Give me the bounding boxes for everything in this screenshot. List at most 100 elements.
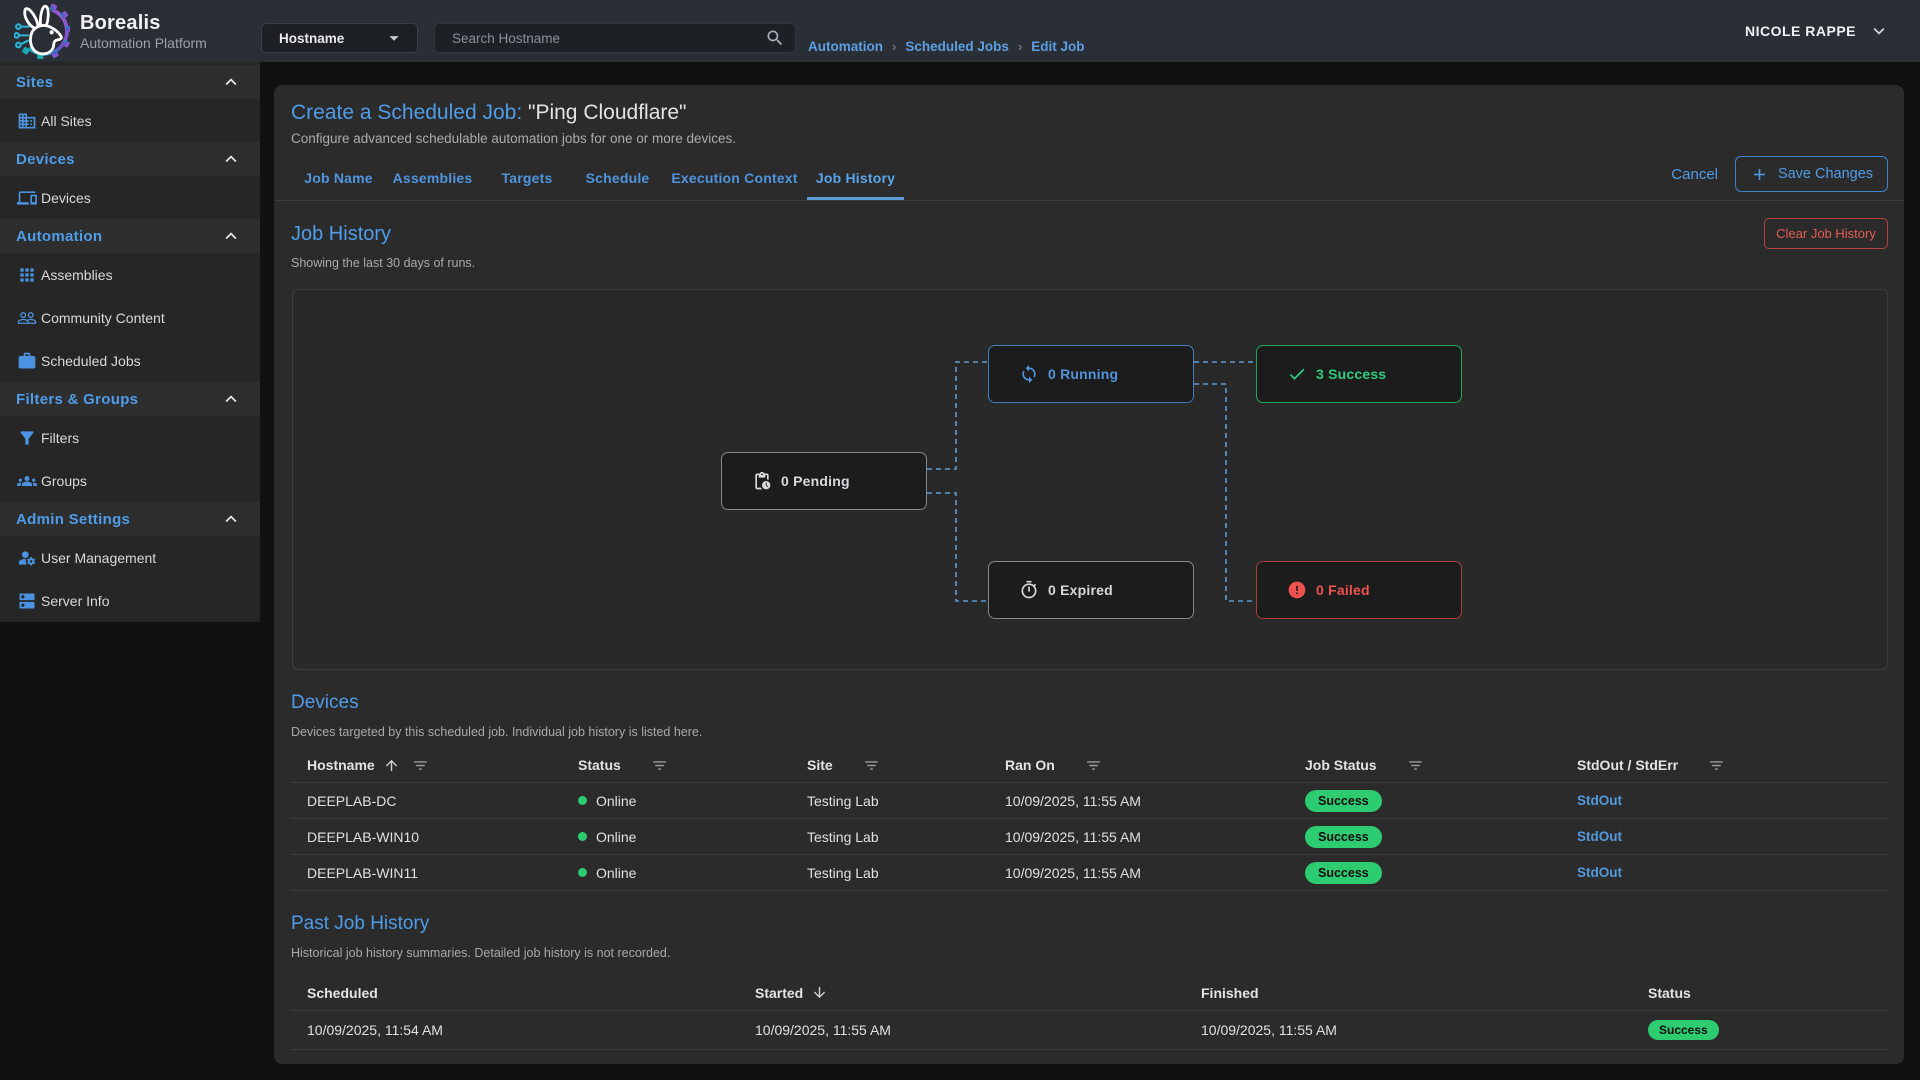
cell-site: Testing Lab xyxy=(791,829,989,845)
sidebar-section-admin-settings[interactable]: Admin Settings xyxy=(0,502,260,536)
error-icon xyxy=(1287,580,1307,600)
devices-column-header[interactable]: Status xyxy=(562,757,791,774)
filter-icon[interactable] xyxy=(1407,757,1424,774)
user-gear-icon xyxy=(17,548,37,568)
sidebar-section-sites[interactable]: Sites xyxy=(0,65,260,99)
user-name: NICOLE RAPPE xyxy=(1745,23,1856,39)
sort-descending-icon[interactable] xyxy=(811,984,828,1001)
sidebar-item-label: User Management xyxy=(41,550,156,566)
devices-table-row[interactable]: DEEPLAB-WIN11 Online Testing Lab 10/09/2… xyxy=(291,855,1888,891)
cancel-button[interactable]: Cancel xyxy=(1671,166,1718,183)
breadcrumb-scheduled-jobs[interactable]: Scheduled Jobs xyxy=(905,39,1009,54)
tab-job-history[interactable]: Job History xyxy=(807,155,904,200)
sidebar-item-assemblies[interactable]: Assemblies xyxy=(0,253,260,296)
save-changes-button[interactable]: Save Changes xyxy=(1735,156,1888,192)
cell-hostname: DEEPLAB-DC xyxy=(291,793,562,809)
people-icon xyxy=(17,308,37,328)
sidebar-item-community-content[interactable]: Community Content xyxy=(0,296,260,339)
tab-schedule[interactable]: Schedule xyxy=(571,155,664,200)
sidebar-item-all-sites[interactable]: All Sites xyxy=(0,99,260,142)
chevron-up-icon xyxy=(220,71,242,93)
breadcrumb-edit-job[interactable]: Edit Job xyxy=(1031,39,1084,54)
past-table-row[interactable]: 10/09/2025, 11:54 AM 10/09/2025, 11:55 A… xyxy=(291,1011,1888,1050)
sidebar-item-scheduled-jobs[interactable]: Scheduled Jobs xyxy=(0,339,260,382)
sidebar-item-groups[interactable]: Groups xyxy=(0,459,260,502)
breadcrumb-automation[interactable]: Automation xyxy=(808,39,883,54)
plus-icon xyxy=(1750,165,1769,184)
devices-column-header[interactable]: StdOut / StdErr xyxy=(1561,757,1888,774)
sidebar-item-server-info[interactable]: Server Info xyxy=(0,579,260,622)
search-input[interactable] xyxy=(452,31,765,46)
failed-count-label: 0 Failed xyxy=(1316,582,1370,598)
sort-ascending-icon[interactable] xyxy=(383,757,400,774)
breadcrumb: Automation › Scheduled Jobs › Edit Job xyxy=(808,36,1084,56)
page-title-prefix: Create a Scheduled Job: xyxy=(291,101,522,124)
devices-table-row[interactable]: DEEPLAB-DC Online Testing Lab 10/09/2025… xyxy=(291,783,1888,819)
success-count-label: 3 Success xyxy=(1316,366,1386,382)
sidebar-section-label: Admin Settings xyxy=(16,511,130,528)
tab-execution-context[interactable]: Execution Context xyxy=(658,155,811,200)
sidebar-item-devices[interactable]: Devices xyxy=(0,176,260,219)
tab-label: Targets xyxy=(502,170,553,186)
stdout-link[interactable]: StdOut xyxy=(1577,793,1622,808)
brand-name: Borealis xyxy=(80,12,207,34)
filter-icon[interactable] xyxy=(1085,757,1102,774)
cell-ran-on: 10/09/2025, 11:55 AM xyxy=(989,829,1289,845)
brand-tagline: Automation Platform xyxy=(80,35,207,51)
sidebar-item-filters[interactable]: Filters xyxy=(0,416,260,459)
sidebar-section-devices[interactable]: Devices xyxy=(0,142,260,176)
tab-job-name[interactable]: Job Name xyxy=(290,155,387,200)
cell-stdout: StdOut xyxy=(1561,865,1888,880)
past-column-header[interactable]: Finished xyxy=(1185,985,1632,1001)
devices-column-header[interactable]: Ran On xyxy=(989,757,1289,774)
flow-node-pending[interactable]: 0 Pending xyxy=(721,452,927,510)
user-menu[interactable]: NICOLE RAPPE xyxy=(1745,0,1890,62)
devices-column-header[interactable]: Job Status xyxy=(1289,757,1561,774)
online-status-dot xyxy=(578,868,587,877)
cell-stdout: StdOut xyxy=(1561,829,1888,844)
pending-count-label: 0 Pending xyxy=(781,473,850,489)
success-badge: Success xyxy=(1648,1020,1719,1040)
flow-node-running[interactable]: 0 Running xyxy=(988,345,1194,403)
cell-site: Testing Lab xyxy=(791,865,989,881)
cell-stdout: StdOut xyxy=(1561,793,1888,808)
online-status-dot xyxy=(578,832,587,841)
cell-scheduled: 10/09/2025, 11:54 AM xyxy=(291,1022,739,1038)
briefcase-icon xyxy=(17,351,37,371)
flow-node-failed[interactable]: 0 Failed xyxy=(1256,561,1462,619)
past-column-header[interactable]: Started xyxy=(739,984,1185,1001)
flow-node-success[interactable]: 3 Success xyxy=(1256,345,1462,403)
clear-job-history-button[interactable]: Clear Job History xyxy=(1764,218,1888,249)
past-column-header[interactable]: Scheduled xyxy=(291,985,739,1001)
sidebar-section-filters-groups[interactable]: Filters & Groups xyxy=(0,382,260,416)
past-column-header[interactable]: Status xyxy=(1632,985,1888,1001)
tab-assemblies[interactable]: Assemblies xyxy=(379,155,486,200)
devices-column-header[interactable]: Site xyxy=(791,757,989,774)
online-status-dot xyxy=(578,796,587,805)
search-icon[interactable] xyxy=(765,28,785,48)
job-history-subtitle: Showing the last 30 days of runs. xyxy=(291,256,475,270)
cell-site: Testing Lab xyxy=(791,793,989,809)
cell-started: 10/09/2025, 11:55 AM xyxy=(739,1022,1185,1038)
cell-hostname: DEEPLAB-WIN10 xyxy=(291,829,562,845)
stdout-link[interactable]: StdOut xyxy=(1577,865,1622,880)
filter-icon[interactable] xyxy=(1708,757,1725,774)
devices-table-row[interactable]: DEEPLAB-WIN10 Online Testing Lab 10/09/2… xyxy=(291,819,1888,855)
flow-node-expired[interactable]: 0 Expired xyxy=(988,561,1194,619)
filter-icon[interactable] xyxy=(863,757,880,774)
sidebar-item-user-management[interactable]: User Management xyxy=(0,536,260,579)
sidebar-section-automation[interactable]: Automation xyxy=(0,219,260,253)
filter-icon[interactable] xyxy=(651,757,668,774)
filter-icon[interactable] xyxy=(412,757,429,774)
sidebar-section-label: Devices xyxy=(16,151,75,168)
search-field-select[interactable]: Hostname xyxy=(261,23,418,53)
tab-targets[interactable]: Targets xyxy=(487,155,567,200)
stdout-link[interactable]: StdOut xyxy=(1577,829,1622,844)
cell-hostname: DEEPLAB-WIN11 xyxy=(291,865,562,881)
devices-column-header[interactable]: Hostname xyxy=(291,757,562,774)
sidebar-section-label: Sites xyxy=(16,74,53,91)
page-title-job-name: "Ping Cloudflare" xyxy=(528,101,687,124)
devices-subtitle: Devices targeted by this scheduled job. … xyxy=(291,725,702,739)
cell-status: Online xyxy=(562,865,791,881)
job-history-title: Job History xyxy=(291,223,391,246)
